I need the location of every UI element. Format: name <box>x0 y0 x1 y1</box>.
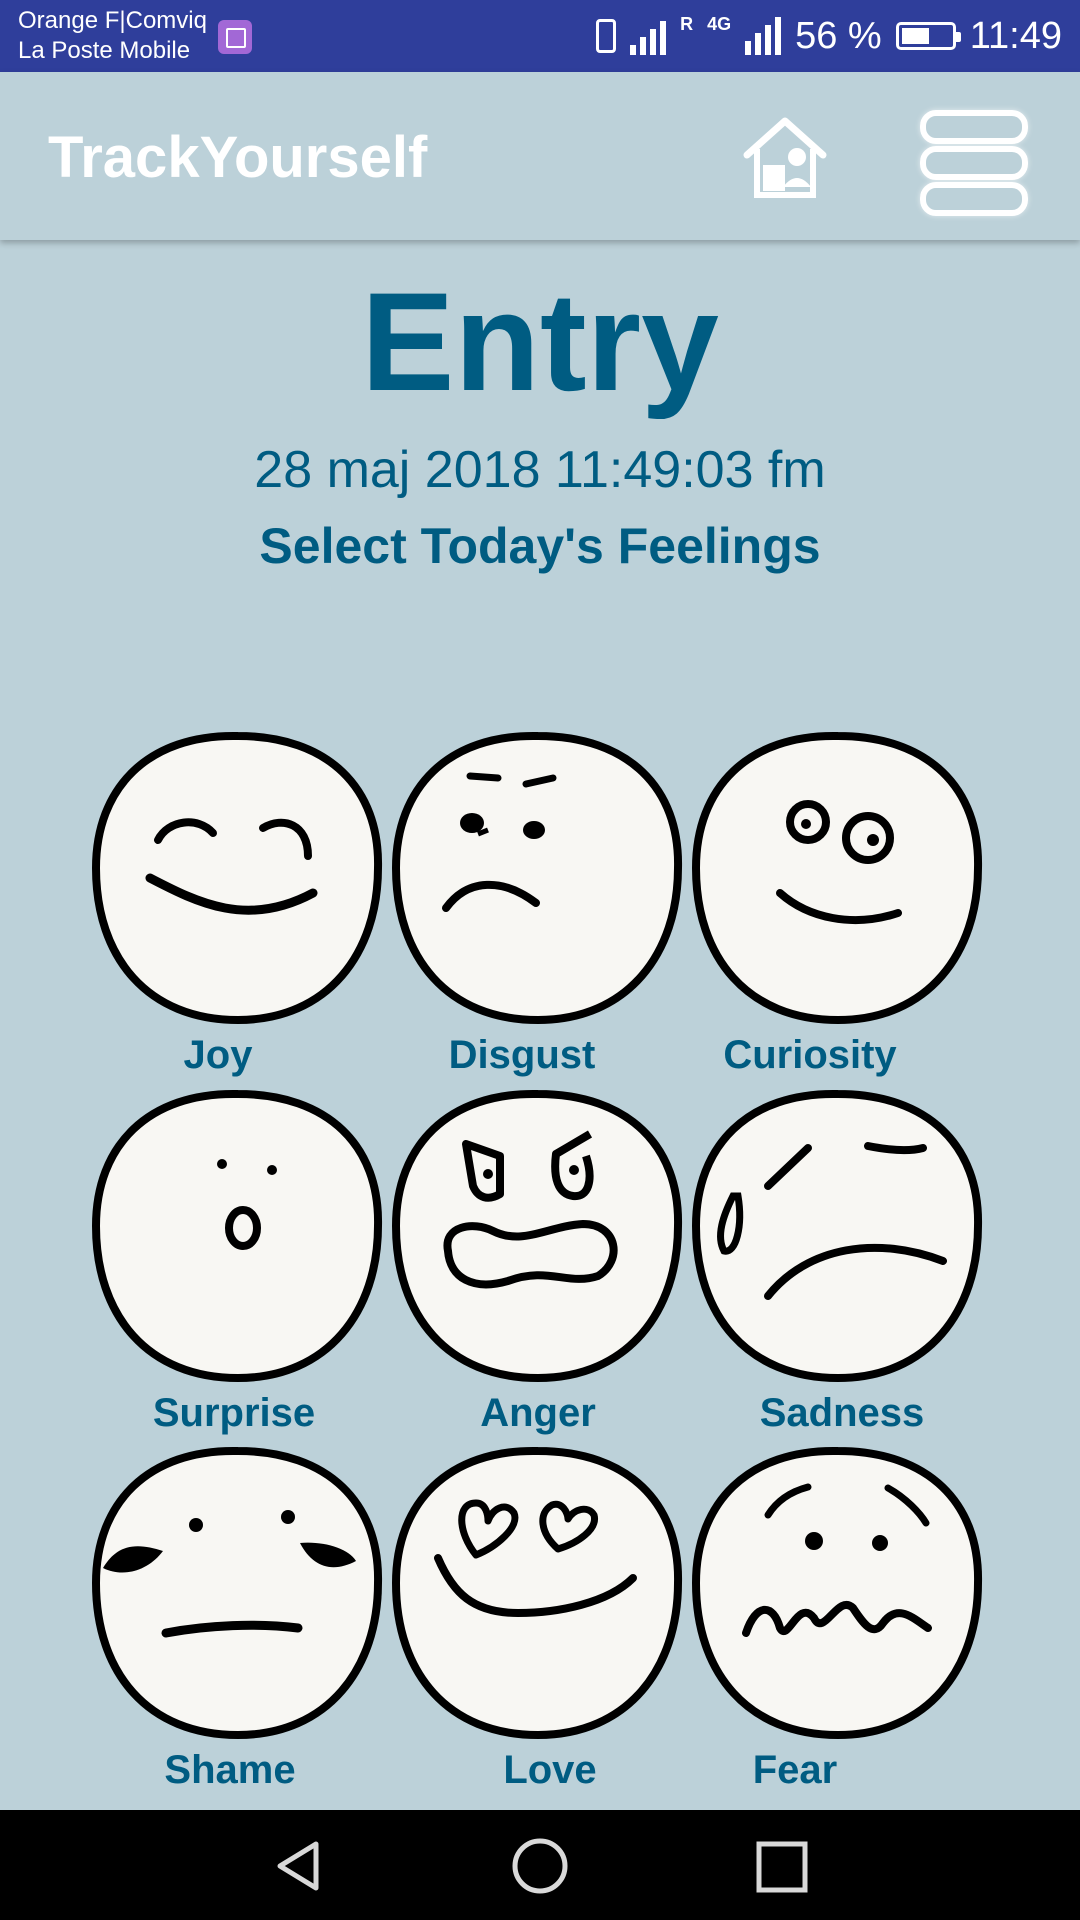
feeling-label-sadness: Sadness <box>759 1391 925 1435</box>
surprise-face-icon <box>91 1089 383 1383</box>
page-title: Entry <box>361 263 719 420</box>
feeling-label-anger: Anger <box>480 1391 596 1435</box>
feeling-shame[interactable] <box>88 1443 388 1743</box>
feeling-fear[interactable] <box>688 1443 988 1743</box>
feeling-label-shame: Shame <box>164 1748 296 1792</box>
feeling-curiosity[interactable] <box>688 728 988 1028</box>
feeling-label-disgust: Disgust <box>448 1033 596 1077</box>
back-button[interactable] <box>270 1836 330 1901</box>
back-triangle-icon <box>277 1841 319 1891</box>
vibrate-icon <box>596 19 617 53</box>
feeling-anger[interactable] <box>388 1086 688 1386</box>
love-face-icon <box>391 1446 683 1740</box>
menu-button[interactable] <box>915 104 1028 218</box>
feeling-disgust[interactable] <box>388 728 688 1028</box>
feeling-surprise[interactable] <box>88 1086 388 1386</box>
entry-datetime: 28 maj 2018 11:49:03 fm <box>254 441 826 499</box>
home-circle-icon <box>512 1838 568 1894</box>
feeling-label-joy: Joy <box>183 1033 253 1077</box>
roaming-label: R <box>680 13 694 34</box>
home-icon <box>743 117 827 198</box>
signal-2-icon <box>745 17 782 55</box>
carrier-info: Orange F|Comviq La Poste Mobile <box>18 6 207 66</box>
feeling-joy[interactable] <box>88 728 388 1028</box>
clock: 11:49 <box>969 14 1062 57</box>
feeling-love[interactable] <box>388 1443 688 1743</box>
status-indicators: R 4G 56 % 11:49 <box>596 0 1062 72</box>
menu-bar-middle <box>920 146 1028 180</box>
status-bar: Orange F|Comviq La Poste Mobile R 4G 56 … <box>0 0 1080 72</box>
app-bar: TrackYourself <box>0 72 1080 240</box>
joy-face-icon <box>91 731 383 1025</box>
disgust-face-icon <box>391 731 683 1025</box>
menu-bar-top <box>920 110 1028 144</box>
navigation-bar <box>0 1810 1080 1920</box>
curiosity-face-icon <box>691 731 983 1025</box>
sadness-face-icon <box>691 1089 983 1383</box>
home-button[interactable] <box>735 107 835 207</box>
feeling-label-surprise: Surprise <box>152 1391 316 1435</box>
feeling-label-curiosity: Curiosity <box>723 1033 897 1077</box>
feelings-prompt: Select Today's Feelings <box>259 518 821 574</box>
carrier-line-2: La Poste Mobile <box>18 37 191 64</box>
carrier-line-1: Orange F|Comviq <box>18 7 207 34</box>
shame-face-icon <box>91 1446 383 1740</box>
battery-icon <box>895 22 961 50</box>
app-title: TrackYourself <box>48 125 428 190</box>
menu-bar-bottom <box>920 182 1028 216</box>
recents-button[interactable] <box>755 1840 809 1899</box>
fear-face-icon <box>691 1446 983 1740</box>
gallery-notification-icon <box>218 20 252 54</box>
network-type-label: 4G <box>707 13 732 34</box>
recents-square-icon <box>756 1841 808 1893</box>
signal-1-icon <box>630 17 667 55</box>
home-nav-button[interactable] <box>510 1836 570 1901</box>
feeling-sadness[interactable] <box>688 1086 988 1386</box>
battery-percent: 56 % <box>795 14 882 57</box>
feeling-label-fear: Fear <box>752 1748 838 1792</box>
anger-face-icon <box>391 1089 683 1383</box>
